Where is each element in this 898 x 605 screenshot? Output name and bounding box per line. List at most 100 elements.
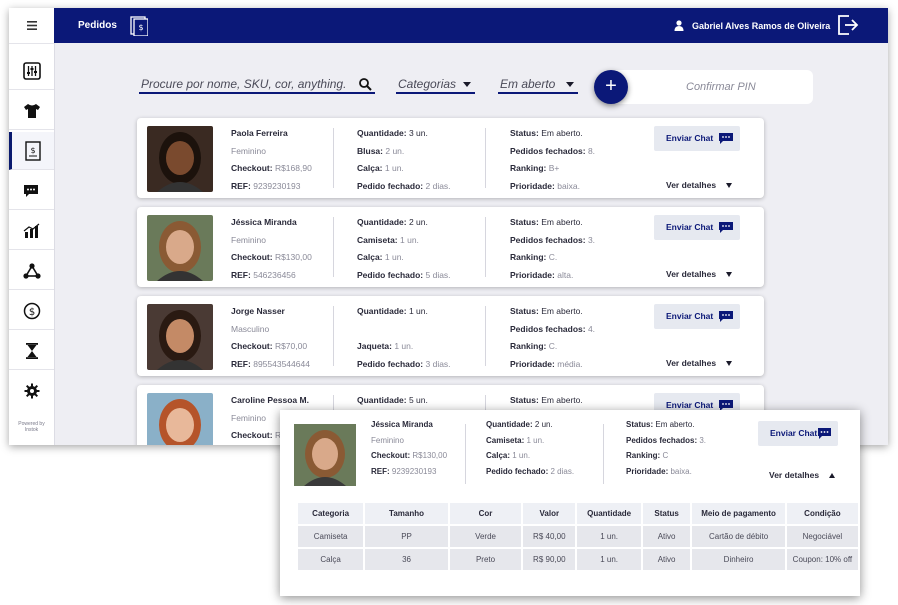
chat-icon: [719, 133, 733, 144]
divider: [465, 424, 466, 484]
divider: [333, 128, 334, 188]
table-cell: Camiseta: [298, 526, 364, 547]
quantity-value: 3 un.: [408, 128, 428, 138]
status-info: Status: Em aberto. Pedidos fechados: 3. …: [626, 417, 706, 479]
checkout-label: Checkout:: [231, 252, 273, 263]
order-closed-label: Pedido fechado:: [357, 181, 424, 192]
category-dropdown[interactable]: Categorias: [396, 74, 475, 94]
status-info: Status: Em aberto. Pedidos fechados: 3. …: [510, 214, 597, 285]
confirm-pin-field[interactable]: Confirmar PIN: [611, 70, 813, 104]
sidebar-item-network[interactable]: [9, 252, 54, 290]
view-details-button[interactable]: Ver detalhes: [666, 358, 733, 368]
user-icon: [674, 20, 684, 31]
priority-value: baixa.: [557, 181, 580, 192]
status-value: Em aberto.: [541, 128, 583, 138]
order-card[interactable]: Jorge Nasser Masculino Checkout: R$70,00…: [137, 296, 764, 376]
quantity-value: 2 un.: [408, 217, 428, 227]
sidebar-item-reports[interactable]: [9, 212, 54, 250]
menu-button[interactable]: [9, 8, 54, 44]
sidebar: $ $ Powered by Instok: [9, 8, 55, 445]
ranking-value: B+: [548, 163, 560, 174]
details-label: Ver detalhes: [666, 358, 717, 368]
priority-value: alta.: [557, 270, 574, 281]
chevron-down-icon: [726, 183, 733, 189]
sidebar-item-orders[interactable]: $: [9, 132, 54, 170]
closed-orders-label: Pedidos fechados:: [626, 435, 698, 445]
hide-details-button[interactable]: Ver detalhes: [769, 470, 836, 480]
priority-label: Prioridade:: [510, 270, 555, 281]
closed-orders-label: Pedidos fechados:: [510, 145, 586, 156]
table-cell: Ativo: [642, 526, 691, 547]
item-label: Calça:: [357, 252, 383, 263]
status-info: Status: Em aberto. Pedidos fechados: 4. …: [510, 303, 597, 374]
item-label: Camiseta:: [357, 234, 398, 245]
powered-by-label: Powered by Instok: [9, 421, 54, 433]
details-label: Ver detalhes: [666, 180, 717, 190]
sidebar-item-products[interactable]: [9, 92, 54, 130]
quantity-label: Quantidade:: [486, 420, 533, 429]
divider: [485, 306, 486, 366]
send-chat-button[interactable]: Enviar Chat: [654, 126, 740, 151]
status-value: Em aberto.: [541, 395, 583, 405]
status-dropdown[interactable]: Em aberto: [498, 74, 578, 94]
view-details-button[interactable]: Ver detalhes: [666, 269, 733, 279]
chat-icon: [818, 428, 831, 439]
bar-chart-icon: [23, 223, 39, 238]
table-cell: Calça: [298, 549, 364, 570]
chat-icon: [719, 311, 733, 322]
table-cell: Ativo: [642, 549, 691, 570]
sidebar-item-history[interactable]: [9, 332, 54, 370]
logout-icon[interactable]: [837, 15, 859, 35]
closed-orders-value: 4.: [587, 323, 596, 334]
ranking-label: Ranking:: [510, 341, 547, 352]
divider: [333, 217, 334, 277]
ranking-value: C: [662, 451, 669, 460]
checkout-amount: R$70,00: [274, 341, 308, 352]
add-order-button[interactable]: +: [594, 70, 628, 104]
column-header: Meio de pagamento: [692, 503, 785, 524]
customer-info: Jéssica Miranda Feminino Checkout: R$130…: [231, 214, 312, 285]
table-cell: R$ 40,00: [523, 526, 576, 547]
quantity-label: Quantidade:: [357, 217, 407, 227]
customer-name: Jéssica Miranda: [231, 217, 297, 227]
status-value: Em aberto.: [655, 420, 695, 429]
send-chat-button[interactable]: Enviar Chat: [654, 215, 740, 240]
checkout-amount: R$130,00: [274, 252, 312, 263]
sidebar-item-settings[interactable]: [9, 372, 54, 410]
customer-gender: Feminino: [371, 435, 404, 445]
item-value: 1 un.: [384, 252, 404, 263]
table-cell: 36: [365, 549, 448, 570]
ref-number: 895543544644: [253, 359, 310, 370]
customer-gender: Feminino: [231, 234, 266, 245]
sidebar-item-settings-sliders[interactable]: [9, 52, 54, 90]
customer-photo: [147, 215, 213, 281]
closed-orders-label: Pedidos fechados:: [510, 323, 586, 334]
order-card[interactable]: Jéssica Miranda Feminino Checkout: R$130…: [137, 207, 764, 287]
column-header: Categoria: [298, 503, 364, 524]
search-icon[interactable]: [359, 78, 372, 91]
status-value: Em aberto.: [541, 306, 583, 316]
send-chat-button[interactable]: Enviar Chat: [758, 421, 838, 446]
ref-number: 9239230193: [391, 466, 437, 476]
send-chat-label: Enviar Chat: [666, 222, 714, 232]
priority-label: Prioridade:: [510, 359, 555, 370]
customer-photo: [147, 126, 213, 192]
category-dropdown-value: Categorias: [398, 77, 457, 91]
divider: [333, 306, 334, 366]
search-input[interactable]: Procure por nome, SKU, cor, anything.: [139, 74, 375, 94]
view-details-button[interactable]: Ver detalhes: [666, 180, 733, 190]
chevron-down-icon: [566, 82, 574, 87]
page-title: Pedidos: [78, 20, 117, 31]
item-value: 1 un.: [400, 234, 419, 245]
ranking-label: Ranking:: [510, 252, 547, 263]
order-card[interactable]: Paola Ferreira Feminino Checkout: R$168,…: [137, 118, 764, 198]
customer-info: Jéssica Miranda Feminino Checkout: R$130…: [371, 417, 447, 479]
sidebar-item-chat[interactable]: [9, 172, 54, 210]
customer-photo: [147, 393, 213, 445]
send-chat-button[interactable]: Enviar Chat: [654, 304, 740, 329]
priority-value: média.: [557, 359, 583, 370]
item-label: Calça:: [486, 451, 511, 460]
user-name[interactable]: Gabriel Alves Ramos de Oliveira: [692, 21, 830, 31]
sidebar-item-finance[interactable]: $: [9, 292, 54, 330]
quantity-info: Quantidade: 1 un. Jaqueta: 1 un. Pedido …: [357, 303, 453, 374]
